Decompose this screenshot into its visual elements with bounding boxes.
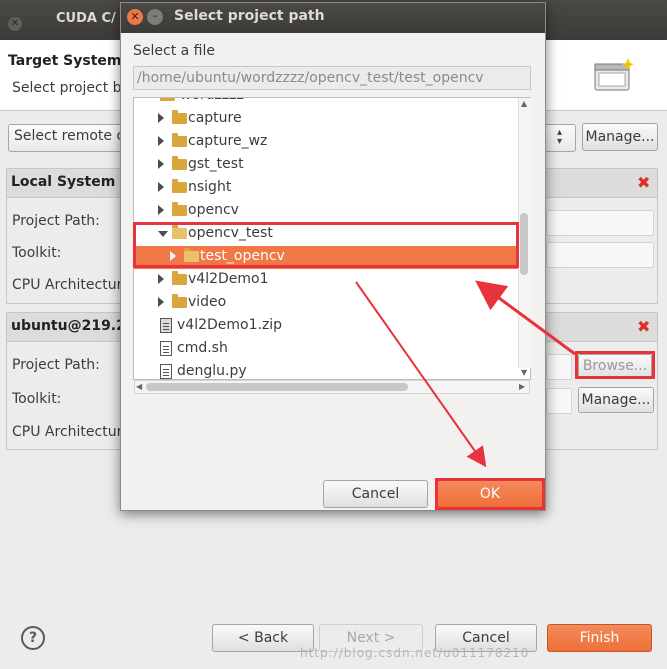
tree-row-partial: wordzzzz [134, 98, 518, 108]
tree-vertical-scroll-thumb[interactable] [520, 213, 528, 275]
tree-row[interactable]: gst_test [134, 154, 518, 177]
manage-button[interactable]: Manage... [582, 123, 658, 151]
annotation-arrows [355, 280, 576, 468]
folder-icon [172, 202, 187, 216]
tree-row-label: opencv [188, 202, 239, 218]
page-subtitle: Select project b [12, 80, 122, 96]
tree-row-label: denglu.py [177, 363, 247, 379]
combo-arrows-icon: ▴ ▾ [557, 127, 563, 147]
remove-local-icon[interactable]: ✖ [637, 173, 650, 192]
tree-row-label: capture [188, 110, 242, 126]
file-icon [160, 364, 172, 379]
chevron-right-icon[interactable] [158, 159, 164, 169]
tree-row[interactable]: capture [134, 108, 518, 131]
chevron-right-icon[interactable] [158, 274, 164, 284]
scroll-left-icon[interactable]: ◀ [136, 382, 142, 391]
tree-row-label: nsight [188, 179, 232, 195]
local-toolkit-field[interactable] [546, 242, 654, 268]
folder-icon [172, 133, 187, 147]
dialog-title: Select project path [174, 8, 325, 24]
ok-annotation-box [435, 478, 545, 510]
dialog-cancel-button[interactable]: Cancel [323, 480, 428, 508]
folder-icon [160, 98, 175, 101]
folder-icon [172, 294, 187, 308]
file-icon [160, 341, 172, 356]
arrow-to-selection [475, 280, 576, 356]
folder-icon [172, 110, 187, 124]
folder-icon [172, 156, 187, 170]
help-icon[interactable]: ? [21, 626, 45, 650]
remote-system-title: ubuntu@219.21 [11, 318, 136, 334]
remote-toolkit-label: Toolkit: [12, 391, 62, 407]
remote-cpu-label: CPU Architectur [12, 424, 123, 440]
chevron-right-icon[interactable] [158, 182, 164, 192]
window-close-icon[interactable]: ✕ [8, 17, 22, 31]
back-button[interactable]: < Back [212, 624, 314, 652]
tree-row-label: v4l2Demo1.zip [177, 317, 283, 333]
wizard-banner-icon [594, 58, 634, 91]
arrow-to-ok [355, 281, 487, 468]
remote-project-path-label: Project Path: [12, 357, 100, 373]
dialog-close-icon[interactable]: ✕ [127, 9, 143, 25]
tree-row-label: wordzzzz [180, 98, 244, 103]
local-project-path-field[interactable] [546, 210, 654, 236]
tree-row-label: cmd.sh [177, 340, 228, 356]
chevron-right-icon[interactable] [158, 136, 164, 146]
tree-row-label: capture_wz [188, 133, 268, 149]
local-project-path-label: Project Path: [12, 213, 100, 229]
remote-system-combo-label: Select remote c [14, 128, 125, 144]
scroll-up-icon[interactable]: ▲ [521, 99, 527, 108]
select-file-label: Select a file [133, 43, 215, 59]
local-system-title: Local System [11, 174, 116, 190]
watermark: http://blog.csdn.net/u011178210 [300, 646, 530, 660]
chevron-right-icon[interactable] [158, 113, 164, 123]
archive-icon [160, 318, 172, 333]
tree-row-label: gst_test [188, 156, 244, 172]
folder-icon [172, 179, 187, 193]
finish-button[interactable]: Finish [547, 624, 652, 652]
selected-path-field[interactable]: /home/ubuntu/wordzzzz/opencv_test/test_o… [133, 66, 531, 90]
local-toolkit-label: Toolkit: [12, 245, 62, 261]
tree-row[interactable]: capture_wz [134, 131, 518, 154]
folder-icon [172, 271, 187, 285]
tree-row[interactable]: opencv [134, 200, 518, 223]
selection-annotation-box [133, 222, 519, 268]
chevron-right-icon[interactable] [158, 205, 164, 215]
tree-row-label: v4l2Demo1 [188, 271, 269, 287]
page-title: Target Systems [8, 53, 130, 69]
chevron-right-icon[interactable] [158, 297, 164, 307]
tree-row[interactable]: nsight [134, 177, 518, 200]
local-cpu-label: CPU Architectur [12, 277, 123, 293]
window-title: CUDA C/ [56, 11, 116, 26]
dialog-minimize-icon[interactable]: – [147, 9, 163, 25]
tree-row-label: video [188, 294, 227, 310]
